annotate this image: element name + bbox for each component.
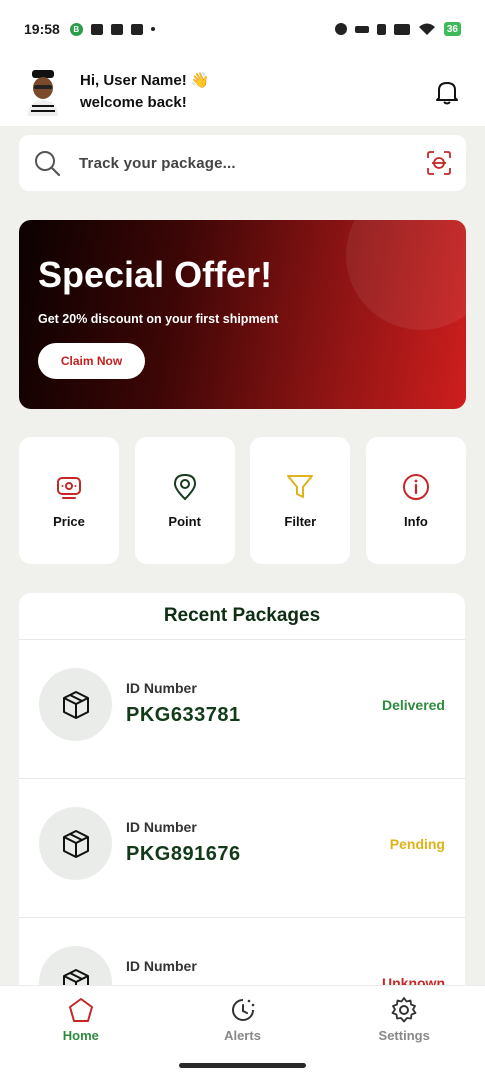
system-icons: 36 [334, 22, 461, 36]
app-header: Hi, User Name! 👋 welcome back! [0, 58, 485, 126]
package-id: PKG891676 [126, 843, 241, 865]
gesture-home-bar[interactable] [179, 1063, 306, 1068]
action-info[interactable]: Info [365, 437, 466, 564]
info-icon [402, 474, 429, 500]
notification-icons: B [69, 22, 155, 36]
search-icon [35, 151, 61, 177]
action-filter[interactable]: Filter [250, 437, 351, 564]
group-icon [130, 23, 143, 35]
offer-subtitle: Get 20% discount on your first shipment [38, 312, 279, 326]
greeting-text: Hi, User Name! 👋 [80, 72, 210, 89]
vibrate-icon [376, 23, 386, 35]
bell-icon[interactable] [433, 78, 461, 106]
nav-label: Alerts [224, 1028, 261, 1043]
search-input[interactable]: Track your package... [79, 155, 236, 172]
package-row[interactable]: ID Number PKG633781 Delivered [19, 640, 465, 779]
message-icon [110, 23, 123, 35]
scan-icon[interactable] [426, 150, 452, 176]
price-icon [57, 477, 81, 499]
location-pin-icon [173, 473, 196, 501]
status-bar: 19:58 B 36 [0, 0, 485, 58]
action-label: Price [53, 514, 85, 529]
welcome-text: welcome back! [80, 94, 187, 111]
status-time: 19:58 [24, 21, 60, 37]
recent-packages-card: Recent Packages ID Number PKG633781 Deli… [19, 593, 465, 1013]
filter-icon [287, 475, 314, 498]
action-label: Point [168, 514, 201, 529]
claim-now-button[interactable]: Claim Now [38, 343, 145, 379]
search-bar[interactable]: Track your package... [19, 135, 466, 191]
clock-icon [231, 999, 254, 1021]
signal-icon [393, 23, 410, 35]
id-label: ID Number [126, 819, 197, 835]
avatar[interactable] [24, 68, 62, 116]
action-point[interactable]: Point [134, 437, 235, 564]
home-icon [68, 998, 93, 1022]
nav-home[interactable]: Home [0, 986, 162, 1080]
action-label: Info [404, 514, 428, 529]
package-box-icon [62, 829, 89, 858]
link-icon [354, 25, 369, 33]
gear-icon [391, 997, 417, 1023]
package-icon-circle [39, 668, 112, 741]
battery-icon: 36 [443, 22, 461, 36]
offer-title: Special Offer! [38, 254, 273, 295]
status-badge: Pending [389, 836, 445, 852]
id-label: ID Number [126, 958, 197, 974]
id-label: ID Number [126, 680, 197, 696]
nav-label: Home [62, 1028, 99, 1043]
b-badge-icon: B [69, 22, 83, 36]
sync-icon [334, 23, 347, 35]
package-id: PKG633781 [126, 704, 241, 726]
nav-settings[interactable]: Settings [323, 986, 485, 1080]
dot-icon [150, 27, 155, 31]
wifi-icon [418, 23, 435, 35]
package-row[interactable]: ID Number PKG891676 Pending [19, 779, 465, 918]
special-offer-banner: Special Offer! Get 20% discount on your … [19, 220, 466, 409]
battery-level: 36 [446, 23, 458, 35]
package-icon-circle [39, 807, 112, 880]
chat-icon [90, 23, 103, 35]
recent-packages-title: Recent Packages [19, 593, 465, 640]
package-box-icon [62, 690, 89, 719]
decorative-circle [346, 220, 466, 330]
nav-label: Settings [378, 1028, 430, 1043]
action-label: Filter [284, 514, 317, 529]
quick-actions: Price Point Filter Info [19, 437, 466, 564]
status-badge: Delivered [381, 697, 445, 713]
action-price[interactable]: Price [19, 437, 119, 564]
